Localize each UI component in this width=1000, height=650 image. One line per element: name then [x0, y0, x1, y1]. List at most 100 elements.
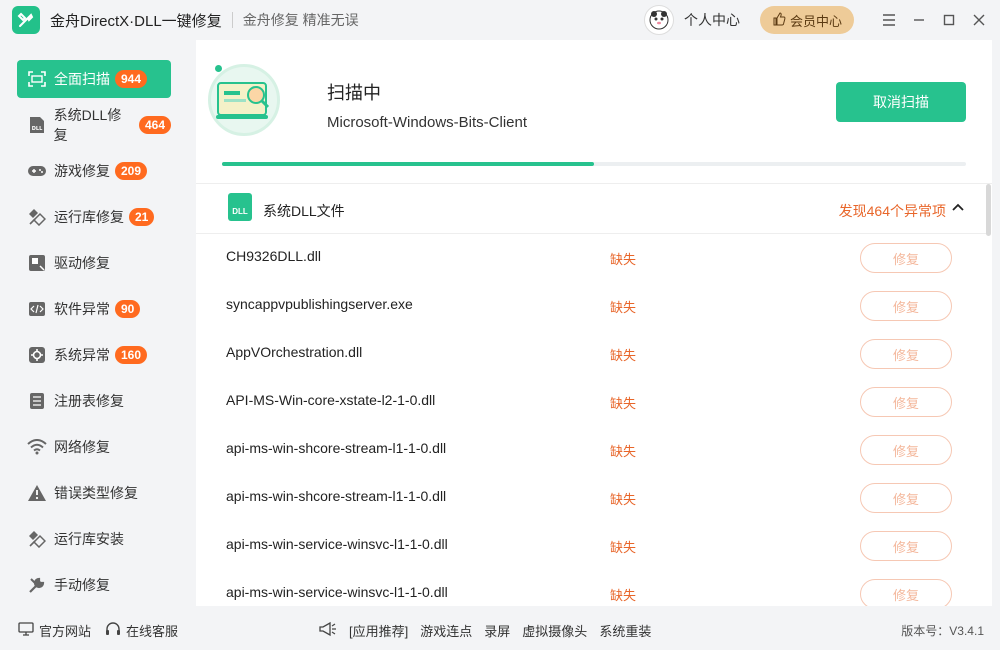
wrench-icon	[27, 575, 47, 595]
sidebar-item-game-repair[interactable]: 游戏修复 209	[17, 152, 171, 190]
dll-icon: DLL	[27, 115, 47, 135]
file-status: 缺失	[610, 444, 637, 459]
section-header[interactable]: DLL 系统DLL文件 发现464个异常项	[196, 184, 986, 234]
sidebar: 全面扫描 944 DLL 系统DLL修复 464 游戏修复 209 运行库修复 …	[0, 40, 188, 606]
avatar[interactable]	[643, 5, 674, 35]
minimize-icon[interactable]	[904, 0, 934, 40]
repair-button[interactable]: 修复	[860, 387, 952, 417]
count-badge: 90	[115, 300, 141, 318]
scrollbar[interactable]	[986, 184, 991, 236]
app-recommend: [应用推荐]	[318, 621, 420, 640]
svg-text:DLL: DLL	[32, 126, 43, 132]
found-count-text: 发现464个异常项	[838, 203, 946, 219]
headset-icon	[105, 621, 121, 640]
sidebar-item-runtime-repair[interactable]: 运行库修复 21	[17, 198, 171, 236]
footer-link-game-clicker[interactable]: 游戏连点	[420, 621, 472, 640]
driver-icon	[27, 253, 47, 273]
online-service-link[interactable]: 在线客服	[105, 621, 178, 640]
count-badge: 21	[129, 208, 155, 226]
file-status: 缺失	[610, 396, 637, 411]
list-icon	[27, 391, 47, 411]
repair-button[interactable]: 修复	[860, 483, 952, 513]
repair-button[interactable]: 修复	[860, 435, 952, 465]
gamepad-icon	[27, 161, 47, 181]
file-status: 缺失	[610, 540, 637, 555]
vip-center-button[interactable]: 会员中心	[759, 6, 854, 34]
chevron-up-icon[interactable]	[950, 200, 966, 216]
app-title: 金舟DirectX·DLL一键修复	[50, 12, 222, 30]
runtime-icon	[27, 207, 47, 227]
sidebar-item-system-error[interactable]: 系统异常 160	[17, 336, 171, 374]
table-row: api-ms-win-service-winsvc-l1-1-0.dll 缺失 …	[196, 522, 986, 570]
online-service-label: 在线客服	[126, 623, 179, 639]
wifi-icon	[27, 437, 47, 457]
count-badge: 160	[115, 346, 148, 364]
file-name: API-MS-Win-core-xstate-l2-1-0.dll	[226, 392, 436, 408]
monitor-icon	[18, 621, 34, 639]
table-row: api-ms-win-service-winsvc-l1-1-0.dll 缺失 …	[196, 570, 986, 606]
sidebar-item-manual-repair[interactable]: 手动修复	[17, 566, 171, 604]
title-divider	[231, 12, 233, 28]
file-name: CH9326DLL.dll	[226, 248, 321, 264]
repair-button[interactable]: 修复	[860, 531, 952, 561]
count-badge: 464	[138, 116, 171, 134]
sidebar-item-driver-repair[interactable]: 驱动修复	[17, 244, 171, 282]
app-slogan: 金舟修复 精准无误	[242, 12, 359, 28]
scan-illustration-icon	[208, 64, 280, 136]
sidebar-item-error-type-repair[interactable]: 错误类型修复	[17, 474, 171, 512]
main-panel: 扫描中 Microsoft-Windows-Bits-Client 取消扫描 D…	[196, 40, 992, 606]
count-badge: 944	[115, 70, 148, 88]
gear-icon	[27, 345, 47, 365]
official-site-label: 官方网站	[39, 623, 92, 639]
file-status: 缺失	[610, 492, 637, 507]
table-row: api-ms-win-shcore-stream-l1-1-0.dll 缺失 修…	[196, 426, 986, 474]
version-label: 版本号：V3.4.1	[901, 624, 984, 638]
sidebar-item-label: 驱动修复	[54, 255, 110, 271]
file-name: api-ms-win-service-winsvc-l1-1-0.dll	[226, 584, 448, 600]
sidebar-item-software-error[interactable]: 软件异常 90	[17, 290, 171, 328]
sidebar-item-runtime-install[interactable]: 运行库安装	[17, 520, 171, 558]
menu-icon[interactable]	[874, 0, 904, 40]
sidebar-item-label: 系统异常	[54, 347, 110, 363]
sidebar-item-label: 运行库安装	[54, 531, 124, 547]
file-name: AppVOrchestration.dll	[226, 344, 363, 360]
recommend-label: [应用推荐]	[349, 623, 409, 639]
user-center-link[interactable]: 个人中心	[684, 10, 740, 30]
sidebar-item-registry-repair[interactable]: 注册表修复	[17, 382, 171, 420]
sidebar-item-label: 系统DLL修复	[53, 107, 122, 143]
file-status: 缺失	[610, 588, 637, 603]
close-icon[interactable]	[964, 0, 994, 40]
sidebar-item-network-repair[interactable]: 网络修复	[17, 428, 171, 466]
repair-button[interactable]: 修复	[860, 339, 952, 369]
sidebar-item-label: 游戏修复	[54, 163, 110, 179]
repair-button[interactable]: 修复	[860, 579, 952, 606]
file-status: 缺失	[610, 300, 637, 315]
scan-progress-bar	[222, 162, 966, 166]
sidebar-item-label: 手动修复	[54, 577, 110, 593]
table-row: api-ms-win-shcore-stream-l1-1-0.dll 缺失 修…	[196, 474, 986, 522]
footer-link-system-reinstall[interactable]: 系统重装	[599, 621, 651, 640]
scan-icon	[27, 69, 47, 89]
repair-button[interactable]: 修复	[860, 291, 952, 321]
thumbs-up-icon	[772, 11, 786, 29]
sidebar-item-system-dll[interactable]: DLL 系统DLL修复 464	[17, 106, 171, 144]
repair-button[interactable]: 修复	[860, 243, 952, 273]
table-row: API-MS-Win-core-xstate-l2-1-0.dll 缺失 修复	[196, 378, 986, 426]
file-name: syncappvpublishingserver.exe	[226, 296, 413, 312]
sidebar-item-full-scan[interactable]: 全面扫描 944	[17, 60, 171, 98]
table-row: AppVOrchestration.dll 缺失 修复	[196, 330, 986, 378]
sidebar-item-label: 注册表修复	[54, 393, 124, 409]
file-name: api-ms-win-service-winsvc-l1-1-0.dll	[226, 536, 448, 552]
cancel-scan-button[interactable]: 取消扫描	[836, 82, 966, 122]
megaphone-icon	[318, 621, 338, 640]
file-status: 缺失	[610, 348, 637, 363]
section-title: 系统DLL文件	[263, 203, 345, 219]
footer-link-screen-record[interactable]: 录屏	[484, 621, 510, 640]
sidebar-item-label: 软件异常	[54, 301, 110, 317]
footer-link-virtual-camera[interactable]: 虚拟摄像头	[522, 621, 587, 640]
vip-center-label: 会员中心	[789, 13, 842, 29]
maximize-icon[interactable]	[934, 0, 964, 40]
official-site-link[interactable]: 官方网站	[18, 621, 91, 640]
file-name: api-ms-win-shcore-stream-l1-1-0.dll	[226, 488, 447, 504]
scan-current-file: Microsoft-Windows-Bits-Client	[327, 114, 528, 131]
